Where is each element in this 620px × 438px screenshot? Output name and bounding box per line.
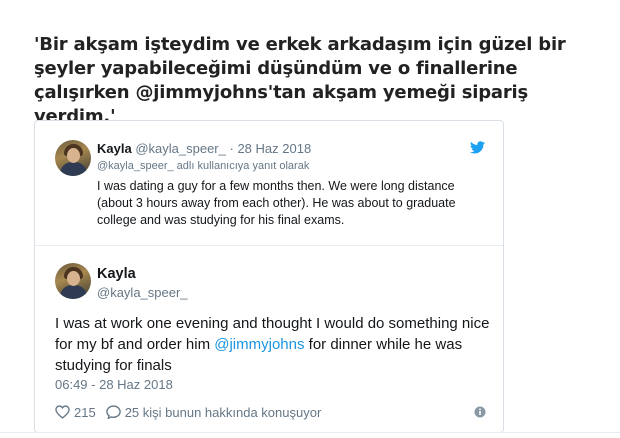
article-headline: 'Bir akşam işteydim ve erkek arkadaşım i…	[34, 34, 566, 127]
reply-line: (about 3 hours away from each other). He…	[97, 196, 456, 210]
embedded-tweet-card: Kayla @kayla_speer_ · 28 Haz 2018 @kayla…	[34, 120, 504, 433]
tweet-actions: 215 25 kişi bunun hakkında konuşuyor	[55, 404, 321, 420]
divider	[0, 432, 620, 433]
reply-tweet-text: I was dating a guy for a few months then…	[97, 178, 487, 229]
tweet-timestamp[interactable]: 06:49 - 28 Haz 2018	[55, 377, 173, 392]
reply-name-row: Kayla @kayla_speer_ · 28 Haz 2018	[97, 141, 311, 156]
twitter-bird-icon[interactable]	[470, 141, 485, 154]
comment-icon	[105, 405, 121, 419]
reply-tweet[interactable]: Kayla @kayla_speer_ · 28 Haz 2018 @kayla…	[35, 121, 503, 246]
reply-separator: ·	[229, 141, 234, 156]
heart-icon	[55, 405, 70, 419]
like-button[interactable]: 215	[55, 405, 96, 420]
reply-author-handle[interactable]: @kayla_speer_	[135, 141, 226, 156]
replying-to-label: @kayla_speer_ adlı kullanıcıya yanıt ola…	[97, 160, 310, 172]
reply-author-name[interactable]: Kayla	[97, 141, 132, 156]
reply-line: I was dating a guy for a few months then…	[97, 179, 455, 193]
like-count: 215	[74, 404, 96, 420]
main-author-name[interactable]: Kayla	[97, 266, 136, 282]
main-avatar[interactable]	[55, 263, 91, 299]
reply-date[interactable]: 28 Haz 2018	[237, 141, 311, 156]
info-icon[interactable]	[474, 406, 486, 418]
reply-line: college and was studying for his final e…	[97, 213, 345, 227]
main-tweet-text: I was at work one evening and thought I …	[55, 313, 495, 376]
main-author-handle[interactable]: @kayla_speer_	[97, 285, 188, 300]
mention-link[interactable]: @jimmyjohns	[214, 336, 304, 353]
reply-avatar[interactable]	[55, 140, 91, 176]
conversation-link[interactable]: 25 kişi bunun hakkında konuşuyor	[105, 404, 322, 420]
conversation-text: 25 kişi bunun hakkında konuşuyor	[124, 404, 322, 420]
